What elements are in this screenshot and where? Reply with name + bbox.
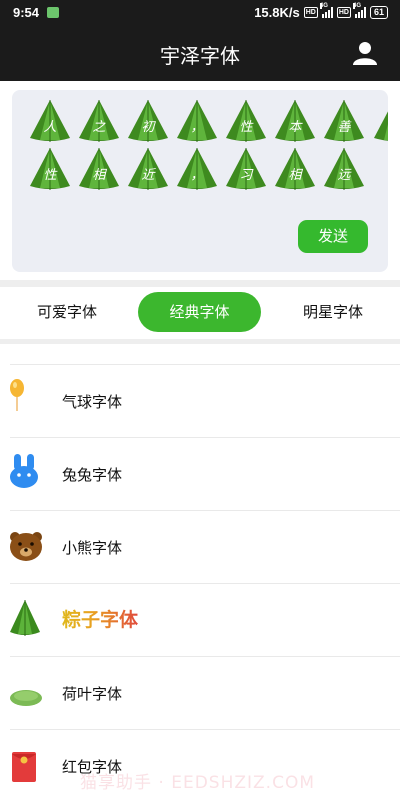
zongzi-character-text: 习 <box>239 168 253 183</box>
zongzi-character-text: 相 <box>288 168 302 183</box>
zongzi-character: 习 <box>224 146 268 192</box>
notification-icon <box>47 7 59 18</box>
zongzi-character: ， <box>175 98 219 144</box>
zongzi-character: 本 <box>273 98 317 144</box>
zongzi-character-text: 本 <box>288 120 302 135</box>
zongzi-character-text: ， <box>190 168 204 183</box>
font-item-lotus-leaf[interactable]: 荷叶字体 <box>10 656 400 729</box>
font-item-label: 兔兔字体 <box>62 466 123 484</box>
watermark: 猫享助手 · EEDSHZIZ.COM <box>80 773 315 793</box>
zongzi-character-text: 远 <box>337 168 351 183</box>
zongzi-character-text: 相 <box>92 168 106 183</box>
zongzi-character: 之 <box>77 98 121 144</box>
text-preview: 人之初，性本善性相近，习相远 发送 <box>12 90 388 272</box>
zongzi-character: 人 <box>28 98 72 144</box>
zongzi-character-text: 之 <box>92 120 106 135</box>
tab-classic-fonts[interactable]: 经典字体 <box>138 292 261 332</box>
font-item-label: 粽子字体 <box>62 605 138 632</box>
app-header: 宇泽字体 <box>0 26 400 81</box>
zongzi-character: 相 <box>77 146 121 192</box>
profile-icon[interactable] <box>352 40 378 66</box>
zongzi-overflow <box>372 98 388 144</box>
zongzi-icon <box>10 600 40 636</box>
font-item-label: 小熊字体 <box>62 539 123 557</box>
red-envelope-icon <box>12 752 36 782</box>
zongzi-character-text: 善 <box>337 120 351 135</box>
font-category-tabs: 可爱字体 经典字体 明星字体 <box>0 287 400 339</box>
divider <box>0 280 400 287</box>
font-list: 气球字体 兔兔字体 小熊字体 粽子字体 荷叶字体 红包字体 <box>0 364 400 802</box>
battery-icon: 61 <box>369 6 388 19</box>
network-speed: 15.8K/s <box>254 5 300 20</box>
zongzi-character: 初 <box>126 98 170 144</box>
zongzi-character: 近 <box>126 146 170 192</box>
zongzi-character: 远 <box>322 146 366 192</box>
zongzi-character: 相 <box>273 146 317 192</box>
hd-badge: HD <box>303 7 318 18</box>
status-indicators: 15.8K/s HD 4G HD 4G 61 <box>254 3 388 20</box>
tab-cute-fonts[interactable]: 可爱字体 <box>14 292 120 332</box>
status-time: 9:54 <box>13 5 40 20</box>
font-item-rabbit[interactable]: 兔兔字体 <box>10 437 400 510</box>
zongzi-character-text: 性 <box>239 120 253 135</box>
signal-icon: 4G <box>319 3 333 18</box>
zongzi-character-text: 人 <box>43 120 57 135</box>
lotus-leaf-icon <box>10 690 42 706</box>
zongzi-character-text: 初 <box>141 120 155 135</box>
zongzi-character-text: 近 <box>141 168 155 183</box>
tab-star-fonts[interactable]: 明星字体 <box>280 292 386 332</box>
zongzi-character-text: ， <box>190 120 204 135</box>
hd-badge-2: HD <box>336 7 351 18</box>
font-item-bear[interactable]: 小熊字体 <box>10 510 400 583</box>
signal-icon-2: 4G <box>352 3 366 18</box>
bear-icon <box>10 532 42 561</box>
balloon-icon <box>10 379 24 411</box>
font-item-label: 荷叶字体 <box>62 685 123 703</box>
font-item-label: 气球字体 <box>62 393 123 411</box>
font-item-zongzi[interactable]: 粽子字体 <box>10 583 400 656</box>
zongzi-character: 性 <box>224 98 268 144</box>
divider-2 <box>0 339 400 344</box>
zongzi-character-text: 性 <box>43 168 57 183</box>
zongzi-character: ， <box>175 146 219 192</box>
status-bar: 9:54 15.8K/s HD 4G HD 4G 61 <box>0 0 400 26</box>
send-button[interactable]: 发送 <box>298 220 368 253</box>
page-title: 宇泽字体 <box>160 44 240 68</box>
zongzi-character: 性 <box>28 146 72 192</box>
font-item-balloon[interactable]: 气球字体 <box>10 364 400 437</box>
zongzi-character: 善 <box>322 98 366 144</box>
rabbit-icon <box>10 454 38 488</box>
